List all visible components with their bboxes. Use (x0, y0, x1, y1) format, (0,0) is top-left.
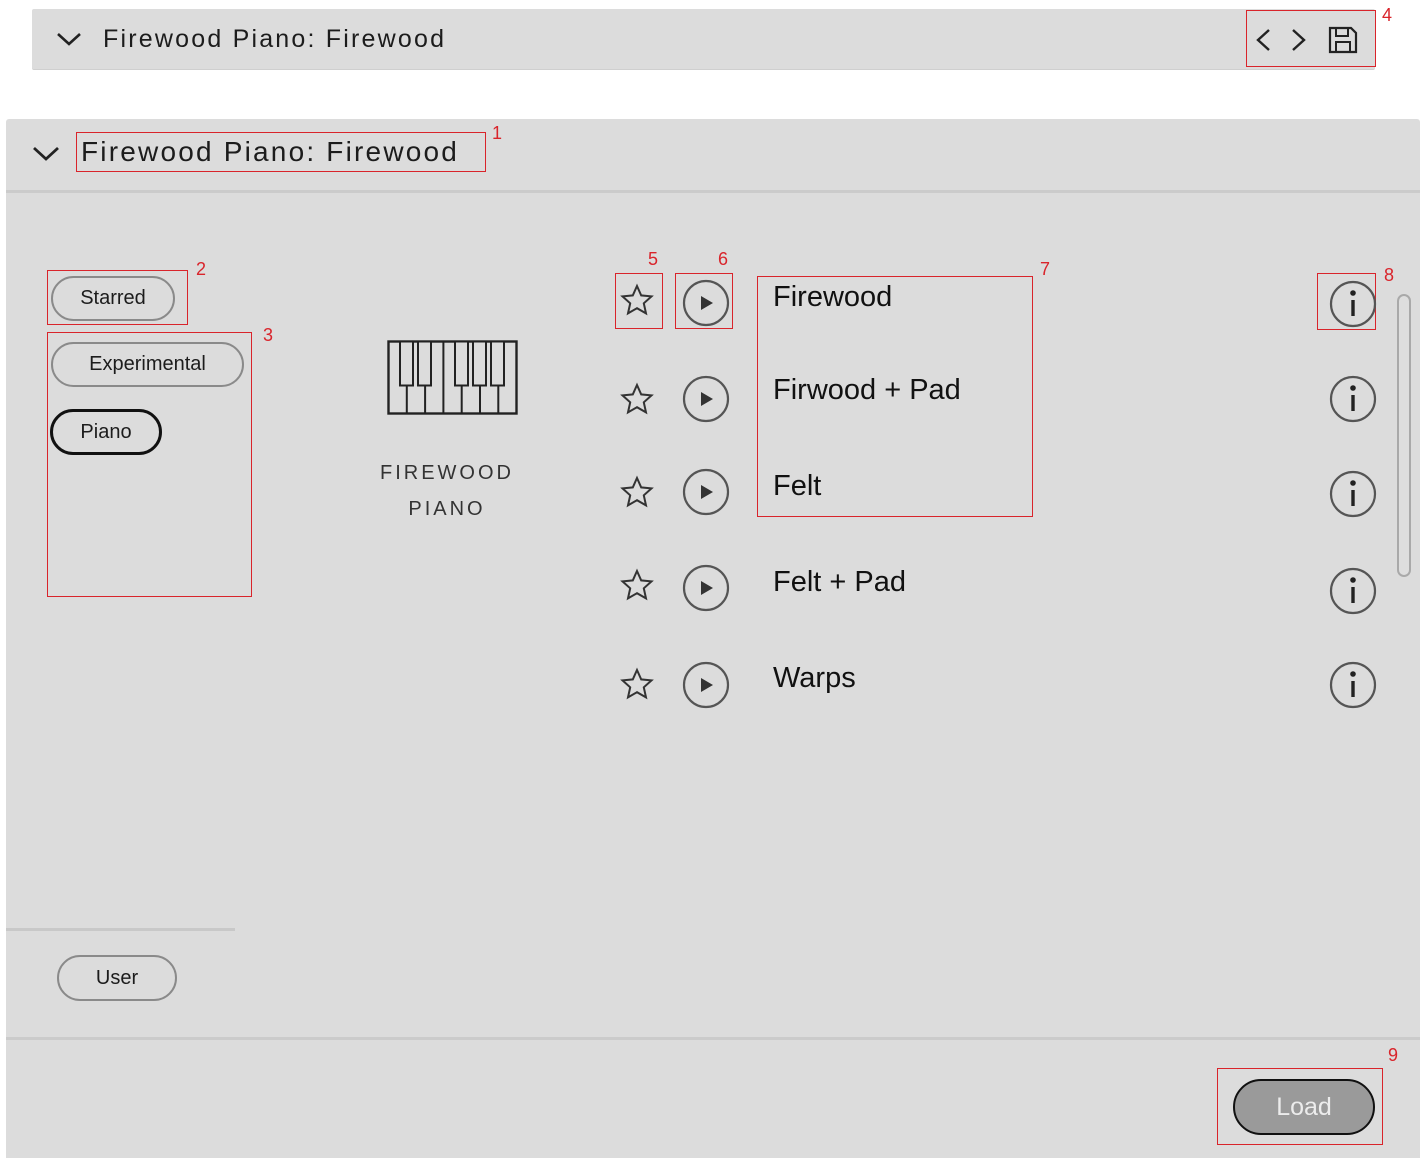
chevron-down-icon[interactable] (30, 141, 62, 165)
preset-name[interactable]: Felt + Pad (773, 566, 906, 599)
star-icon[interactable] (619, 382, 655, 416)
save-icon[interactable] (1327, 25, 1359, 60)
chevron-left-icon[interactable] (1253, 27, 1275, 58)
instrument-name-line2: PIANO (408, 498, 486, 520)
info-icon[interactable] (1328, 566, 1378, 616)
preset-name[interactable]: Firwood + Pad (773, 374, 961, 407)
preset-row[interactable]: Firewood (611, 278, 1391, 328)
annotation-8: 8 (1384, 265, 1395, 285)
instrument-name-line1: FIREWOOD (380, 462, 514, 484)
play-icon[interactable] (681, 467, 731, 517)
panel-title: Firewood Piano: Firewood (76, 132, 486, 172)
header-divider (6, 190, 1420, 193)
star-icon[interactable] (619, 667, 655, 701)
play-icon[interactable] (681, 660, 731, 710)
user-filter-button[interactable]: User (57, 955, 177, 1001)
footer-divider (6, 1037, 1420, 1040)
play-icon[interactable] (681, 563, 731, 613)
annotation-3: 3 (263, 325, 274, 345)
star-icon[interactable] (619, 568, 655, 602)
preset-row[interactable]: Firwood + Pad (611, 374, 1391, 424)
preset-name[interactable]: Felt (773, 470, 821, 503)
compact-header-bar: Firewood Piano: Firewood (32, 9, 1376, 70)
annotation-7: 7 (1040, 259, 1051, 279)
chevron-right-icon[interactable] (1287, 27, 1309, 58)
preset-row[interactable]: Felt + Pad (611, 563, 1391, 616)
info-icon[interactable] (1328, 279, 1378, 329)
piano-keyboard-icon (387, 340, 519, 421)
annotation-6: 6 (718, 249, 729, 269)
user-divider (6, 928, 235, 931)
info-icon[interactable] (1328, 374, 1378, 424)
play-icon[interactable] (681, 374, 731, 424)
preset-name[interactable]: Warps (773, 662, 856, 695)
play-icon[interactable] (681, 278, 731, 328)
tag-experimental-button[interactable]: Experimental (51, 342, 244, 387)
header-title: Firewood Piano: Firewood (103, 25, 447, 53)
preset-browser-panel: Firewood Piano: Firewood Starred Experim… (6, 119, 1420, 1158)
starred-filter-button[interactable]: Starred (51, 276, 175, 321)
preset-list-scrollbar[interactable] (1397, 294, 1411, 577)
annotation-1: 1 (492, 123, 503, 143)
info-icon[interactable] (1328, 469, 1378, 519)
annotation-4: 4 (1382, 5, 1393, 25)
load-button[interactable]: Load (1233, 1079, 1375, 1135)
info-icon[interactable] (1328, 660, 1378, 710)
preset-row[interactable]: Warps (611, 659, 1391, 709)
star-icon[interactable] (619, 475, 655, 509)
annotation-9: 9 (1388, 1045, 1399, 1065)
tag-piano-button[interactable]: Piano (50, 409, 162, 455)
preset-nav-group (1246, 10, 1376, 67)
preset-name[interactable]: Firewood (773, 281, 892, 314)
star-icon[interactable] (619, 283, 655, 317)
annotation-5: 5 (648, 249, 659, 269)
instrument-name: FIREWOOD PIANO (367, 455, 527, 527)
preset-row[interactable]: Felt (611, 467, 1391, 519)
chevron-down-icon[interactable] (54, 27, 84, 51)
annotation-2: 2 (196, 259, 207, 279)
